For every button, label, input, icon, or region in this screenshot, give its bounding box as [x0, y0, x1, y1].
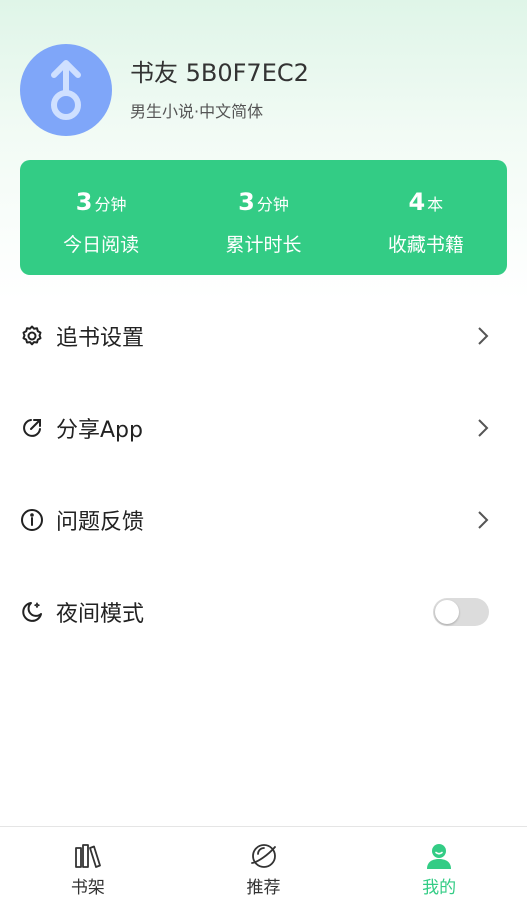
share-icon: [20, 416, 44, 440]
tab-mine[interactable]: 我的: [351, 827, 527, 906]
stat-label: 收藏书籍: [387, 234, 464, 256]
chevron-right-icon: [478, 419, 489, 437]
tab-label: 书架: [70, 878, 105, 898]
stat-unit: 本: [427, 195, 444, 214]
stat-today-reading[interactable]: 3 分钟 今日阅读: [20, 160, 182, 275]
menu-item-label: 夜间模式: [56, 602, 145, 627]
stat-total-time[interactable]: 3 分钟 累计时长: [182, 160, 344, 275]
profile-header[interactable]: 书友 5B0F7EC2 男生小说·中文简体: [20, 44, 309, 136]
stat-saved-books[interactable]: 4本 收藏书籍: [345, 160, 507, 275]
menu-item-label: 追书设置: [56, 326, 145, 351]
menu-item-night-mode: 夜间模式: [0, 566, 527, 658]
stat-value: 4: [408, 188, 426, 216]
username: 书友 5B0F7EC2: [130, 59, 309, 87]
bookshelf-icon: [74, 844, 101, 868]
reading-stats-card: 3 分钟 今日阅读 3 分钟 累计时长 4本 收藏书籍: [20, 160, 507, 275]
toggle-knob: [435, 600, 459, 624]
menu-item-label: 分享App: [56, 418, 143, 443]
menu-item-feedback[interactable]: 问题反馈: [0, 474, 527, 566]
stat-unit: 分钟: [256, 195, 289, 214]
stat-label: 累计时长: [225, 234, 302, 256]
tab-bookshelf[interactable]: 书架: [0, 827, 176, 906]
stat-label: 今日阅读: [63, 234, 140, 256]
bottom-tab-bar: 书架 推荐 我的: [0, 826, 527, 906]
user-tags: 男生小说·中文简体: [130, 102, 264, 121]
stat-value: 3: [238, 188, 255, 216]
planet-icon: [250, 844, 276, 868]
menu-item-label: 问题反馈: [56, 510, 145, 535]
menu-item-share-app[interactable]: 分享App: [0, 382, 527, 474]
stat-value: 3: [75, 188, 93, 216]
avatar[interactable]: [20, 44, 112, 136]
menu-item-reading-settings[interactable]: 追书设置: [0, 290, 527, 382]
user-icon: [427, 844, 452, 869]
tab-recommend[interactable]: 推荐: [176, 827, 352, 906]
tab-label: 推荐: [246, 878, 281, 898]
male-symbol-icon: [51, 60, 81, 120]
info-icon: [20, 508, 44, 532]
tab-label: 我的: [422, 878, 457, 898]
chevron-right-icon: [478, 511, 489, 529]
settings-menu: 追书设置 分享App 问题反馈 夜间模式: [0, 290, 527, 658]
stat-unit: 分钟: [94, 195, 127, 214]
night-mode-toggle[interactable]: [433, 598, 489, 626]
gear-icon: [20, 324, 44, 348]
moon-icon: [20, 600, 44, 624]
chevron-right-icon: [478, 327, 489, 345]
